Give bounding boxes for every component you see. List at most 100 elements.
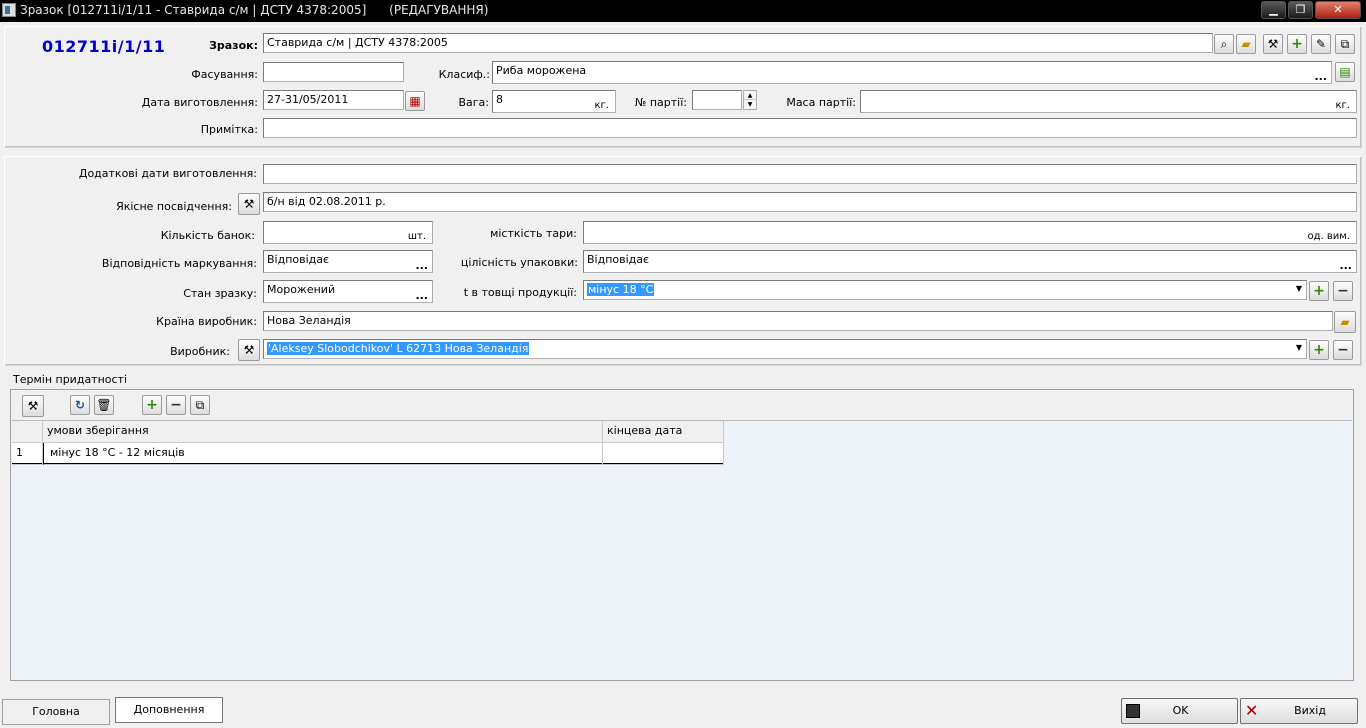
temp-select[interactable]: мінус 18 °С ▼ — [583, 280, 1307, 300]
plus-icon: + — [1291, 36, 1303, 52]
batch-label: № партії: — [634, 96, 687, 109]
open-button[interactable]: ▰ — [1236, 34, 1256, 54]
shelf-table: умови зберігання кінцева дата 1 мінус 18… — [12, 421, 724, 465]
batch-input[interactable] — [692, 90, 742, 110]
cans-unit: шт. — [407, 231, 426, 242]
class-input[interactable]: Риба морожена ... — [492, 61, 1332, 84]
temp-label: t в товщі продукції: — [463, 286, 577, 299]
maximize-button[interactable]: ❐ — [1288, 1, 1313, 19]
add-doc-icon: ▤ — [1339, 65, 1351, 79]
sample-code: 012711i/1/11 — [42, 37, 166, 56]
table-header-corner — [12, 421, 43, 443]
packing-label: Фасування: — [191, 68, 258, 81]
copy-button[interactable]: ⧉ — [1335, 34, 1355, 54]
delete-button[interactable]: 🗑 — [94, 395, 114, 415]
ok-button[interactable]: OK — [1121, 698, 1238, 724]
integrity-value: Відповідає — [587, 253, 650, 266]
tab-main[interactable]: Головна — [2, 699, 110, 725]
sample-input[interactable]: Ставрида с/м | ДСТУ 4378:2005 — [263, 33, 1213, 53]
spin-up-icon[interactable]: ▲ — [744, 91, 756, 100]
table-cell-end-date[interactable] — [603, 443, 724, 465]
chevron-down-icon[interactable]: ▼ — [1296, 343, 1302, 352]
quality-cert-input[interactable]: б/н від 02.08.2011 р. — [263, 192, 1357, 212]
cans-input[interactable]: шт. — [263, 221, 433, 244]
add-button[interactable]: + — [1287, 34, 1307, 54]
producer-tools-button[interactable]: ⚒ — [238, 339, 260, 361]
producer-add-button[interactable]: + — [1309, 340, 1329, 360]
country-input[interactable]: Нова Зеландія — [263, 311, 1333, 331]
integrity-input[interactable]: Відповідає ... — [583, 250, 1357, 273]
marking-input[interactable]: Відповідає ... — [263, 250, 433, 273]
tools-button[interactable]: ⚒ — [1263, 34, 1283, 54]
country-open-button[interactable]: ▰ — [1334, 311, 1356, 333]
weight-label: Вага: — [458, 96, 489, 109]
minimize-button[interactable]: ▁ — [1261, 1, 1286, 19]
temp-add-button[interactable]: + — [1309, 281, 1329, 301]
plus-icon: + — [1313, 342, 1325, 358]
spin-down-icon[interactable]: ▼ — [744, 100, 756, 109]
note-label: Примітка: — [200, 123, 258, 136]
edit-button[interactable]: ✎ — [1311, 34, 1331, 54]
plus-icon: + — [146, 397, 158, 413]
note-input[interactable] — [263, 118, 1357, 138]
class-value: Риба морожена — [496, 64, 587, 77]
binoculars-icon: ⌕ — [1220, 36, 1228, 51]
tools-icon: ⚒ — [243, 197, 255, 211]
chevron-down-icon[interactable]: ▼ — [1296, 284, 1302, 293]
exit-button[interactable]: ✕ Вихід — [1240, 698, 1358, 724]
batch-spinner[interactable]: ▲ ▼ — [743, 90, 757, 110]
copy-icon: ⧉ — [1340, 36, 1350, 51]
capacity-unit: од. вим. — [1307, 231, 1350, 242]
producer-remove-button[interactable]: − — [1333, 340, 1353, 360]
country-label: Країна виробник: — [156, 315, 257, 328]
column-header-conditions[interactable]: умови зберігання — [43, 421, 603, 443]
tab-extra[interactable]: Доповнення — [115, 697, 223, 723]
batch-mass-input[interactable]: кг. — [860, 90, 1357, 113]
state-browse[interactable]: ... — [415, 289, 428, 302]
window-title: Зразок [012711i/1/11 - Ставрида с/м | ДС… — [20, 3, 489, 17]
shelf-remove-button[interactable]: − — [166, 395, 186, 415]
marking-browse[interactable]: ... — [415, 259, 428, 272]
temp-remove-button[interactable]: − — [1333, 281, 1353, 301]
class-browse[interactable]: ... — [1314, 70, 1327, 83]
table-cell-conditions[interactable]: мінус 18 °С - 12 місяців — [43, 443, 603, 465]
calendar-button[interactable]: ▦ — [405, 91, 425, 111]
capacity-input[interactable]: од. вим. — [583, 221, 1357, 244]
extra-dates-label: Додаткові дати виготовлення: — [78, 167, 257, 180]
sample-label: Зразок: — [209, 39, 258, 52]
state-input[interactable]: Морожений ... — [263, 280, 433, 303]
integrity-browse[interactable]: ... — [1339, 259, 1352, 272]
extra-dates-input[interactable] — [263, 164, 1357, 184]
tools-icon: ⚒ — [27, 399, 39, 413]
weight-input[interactable]: 8 кг. — [492, 90, 616, 113]
close-window-button[interactable]: ✕ — [1315, 1, 1361, 19]
app-window: Зразок [012711i/1/11 - Ставрида с/м | ДС… — [0, 0, 1366, 728]
shelf-tools-button[interactable]: ⚒ — [22, 395, 44, 417]
minus-icon: − — [1337, 283, 1349, 299]
weight-value: 8 — [496, 93, 503, 106]
state-value: Морожений — [267, 283, 336, 296]
mfg-date-label: Дата виготовлення: — [141, 96, 258, 109]
class-add-button[interactable]: ▤ — [1335, 62, 1355, 82]
tools-icon: ⚒ — [243, 343, 255, 357]
producer-label: Виробник: — [170, 345, 230, 358]
plus-icon: + — [1313, 283, 1325, 299]
batch-mass-label: Маса партії: — [786, 96, 856, 109]
mfg-date-input[interactable]: 27-31/05/2011 — [263, 90, 404, 110]
marking-value: Відповідає — [267, 253, 330, 266]
shelf-add-button[interactable]: + — [142, 395, 162, 415]
refresh-icon: ↻ — [74, 398, 86, 412]
batch-mass-unit: кг. — [1335, 100, 1350, 111]
search-button[interactable]: ⌕ — [1214, 34, 1234, 54]
pencil-icon: ✎ — [1315, 37, 1327, 51]
row-number: 1 — [12, 443, 43, 465]
exit-label: Вихід — [1294, 704, 1326, 717]
quality-cert-tools-button[interactable]: ⚒ — [238, 193, 260, 215]
refresh-button[interactable]: ↻ — [70, 395, 90, 415]
packing-input[interactable] — [263, 62, 404, 82]
shelf-copy-button[interactable]: ⧉ — [190, 395, 210, 415]
producer-select[interactable]: 'Aleksey Slobodchikov' L 62713 Нова Зела… — [263, 339, 1307, 359]
capacity-label: місткість тари: — [490, 227, 577, 240]
column-header-end-date[interactable]: кінцева дата — [603, 421, 724, 443]
cans-label: Кількість банок: — [160, 229, 255, 242]
